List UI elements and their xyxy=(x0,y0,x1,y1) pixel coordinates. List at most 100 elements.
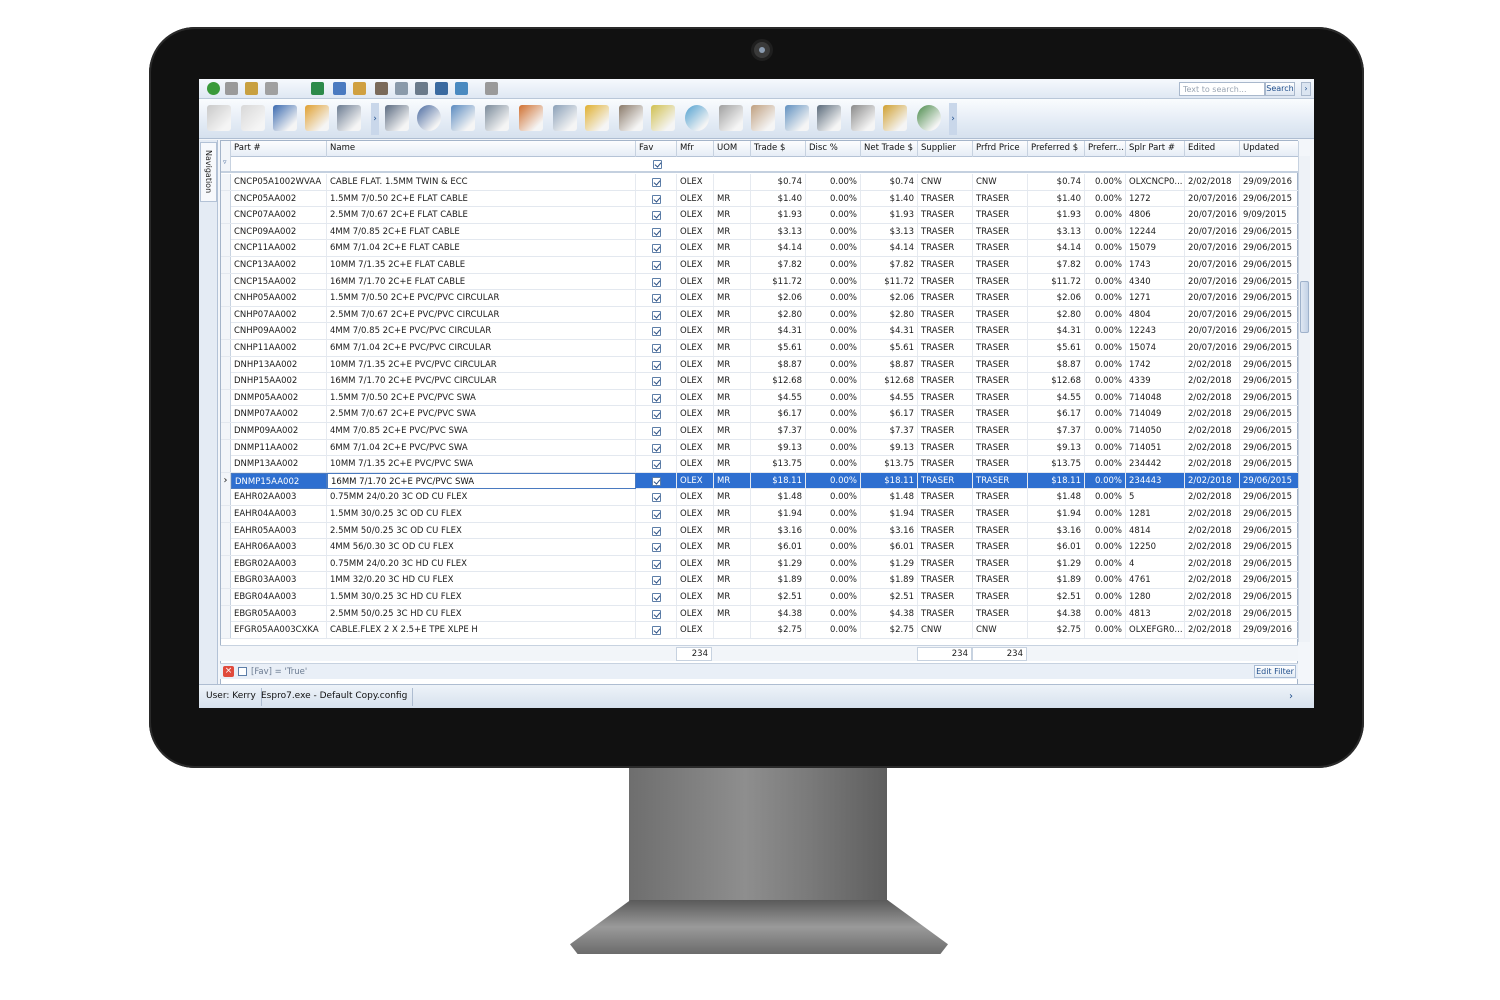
cell-splr-part[interactable]: 4814 xyxy=(1126,522,1185,539)
cell-net-trade[interactable]: $9.13 xyxy=(861,439,918,456)
cell-preferred-disc[interactable]: 0.00% xyxy=(1085,373,1126,390)
chart-icon[interactable] xyxy=(519,105,543,131)
cell-edited[interactable]: 2/02/2018 xyxy=(1185,472,1240,489)
cell-preferred-price[interactable]: $2.80 xyxy=(1028,306,1085,323)
cell-prfrd-price[interactable]: TRASER xyxy=(973,489,1028,506)
cell-prfrd-price[interactable]: TRASER xyxy=(973,356,1028,373)
filter-icon[interactable]: ▿ xyxy=(221,157,231,171)
cell-name[interactable]: 4MM 7/0.85 2C+E FLAT CABLE xyxy=(327,223,636,240)
cell-trade-price[interactable]: $5.61 xyxy=(751,340,806,356)
column-header-splr-part[interactable]: Splr Part # xyxy=(1126,141,1185,157)
fav-checkbox[interactable] xyxy=(652,310,661,320)
cell-updated[interactable]: 29/09/2016 xyxy=(1240,174,1299,190)
cell-updated[interactable]: 29/06/2015 xyxy=(1240,406,1299,423)
cell-name[interactable]: 2.5MM 7/0.67 2C+E FLAT CABLE xyxy=(327,207,636,224)
cell-uom[interactable]: MR xyxy=(714,207,751,224)
cell-mfr[interactable]: OLEX xyxy=(677,572,714,589)
cell-trade-price[interactable]: $6.17 xyxy=(751,406,806,423)
cell-fav[interactable] xyxy=(636,174,677,190)
table-row[interactable]: EBGR05AA003 2.5MM 50/0.25 3C HD CU FLEX OL… xyxy=(221,605,1299,623)
cell-part-number[interactable]: EBGR02AA003 xyxy=(231,555,327,572)
eraser-icon[interactable] xyxy=(395,82,408,95)
table-row[interactable]: › DNMP15AA002 16MM 7/1.70 2C+E PVC/PVC SWA… xyxy=(221,472,1299,490)
cell-updated[interactable]: 29/06/2015 xyxy=(1240,489,1299,506)
cell-trade-price[interactable]: $2.06 xyxy=(751,290,806,307)
cell-fav[interactable] xyxy=(636,406,677,423)
cell-preferred-price[interactable]: $3.13 xyxy=(1028,223,1085,240)
fav-checkbox[interactable] xyxy=(652,460,661,470)
cell-updated[interactable]: 29/06/2015 xyxy=(1240,356,1299,373)
cell-uom[interactable]: MR xyxy=(714,323,751,340)
cell-disc-pct[interactable]: 0.00% xyxy=(806,456,861,473)
table-row[interactable]: CNCP05A1002WVAA CABLE FLAT. 1.5MM TWIN & … xyxy=(221,174,1299,191)
cell-trade-price[interactable]: $1.29 xyxy=(751,555,806,572)
cell-trade-price[interactable]: $7.37 xyxy=(751,423,806,439)
column-header-preferred-price[interactable]: Preferred $ xyxy=(1028,141,1085,157)
cell-splr-part[interactable]: 1272 xyxy=(1126,190,1185,207)
column-header-fav[interactable]: Fav xyxy=(636,141,677,157)
cell-part-number[interactable]: CNCP11AA002 xyxy=(231,240,327,257)
row-indicator[interactable] xyxy=(221,373,231,390)
table-row[interactable]: EAHR06AA003 4MM 56/0.30 3C OD CU FLEX OLEX… xyxy=(221,539,1299,556)
cell-mfr[interactable]: OLEX xyxy=(677,605,714,622)
cell-supplier[interactable]: TRASER xyxy=(918,389,973,406)
cell-net-trade[interactable]: $11.72 xyxy=(861,273,918,290)
cell-updated[interactable]: 29/06/2015 xyxy=(1240,423,1299,439)
cell-updated[interactable]: 9/09/2015 xyxy=(1240,207,1299,224)
cell-preferred-price[interactable]: $4.55 xyxy=(1028,389,1085,406)
cell-name[interactable]: 0.75MM 24/0.20 3C OD CU FLEX xyxy=(327,489,636,506)
row-indicator[interactable] xyxy=(221,555,231,572)
cell-name[interactable]: 16MM 7/1.70 2C+E PVC/PVC SWA xyxy=(327,472,636,489)
fav-checkbox[interactable] xyxy=(652,377,661,387)
row-indicator[interactable] xyxy=(221,190,231,207)
cell-supplier[interactable]: TRASER xyxy=(918,406,973,423)
row-indicator[interactable] xyxy=(221,456,231,473)
cell-fav[interactable] xyxy=(636,539,677,556)
cell-mfr[interactable]: OLEX xyxy=(677,190,714,207)
cell-updated[interactable]: 29/06/2015 xyxy=(1240,555,1299,572)
cell-preferred-disc[interactable]: 0.00% xyxy=(1085,572,1126,589)
cell-preferred-disc[interactable]: 0.00% xyxy=(1085,439,1126,456)
cell-trade-price[interactable]: $1.94 xyxy=(751,506,806,522)
cell-updated[interactable]: 29/06/2015 xyxy=(1240,506,1299,522)
row-indicator[interactable] xyxy=(221,340,231,356)
cell-part-number[interactable]: EAHR04AA003 xyxy=(231,506,327,522)
row-indicator[interactable] xyxy=(221,622,231,639)
paperclip-icon[interactable] xyxy=(719,105,743,131)
cell-mfr[interactable]: OLEX xyxy=(677,306,714,323)
cell-mfr[interactable]: OLEX xyxy=(677,389,714,406)
cell-disc-pct[interactable]: 0.00% xyxy=(806,323,861,340)
hand-icon[interactable] xyxy=(353,82,366,95)
row-indicator[interactable] xyxy=(221,406,231,423)
fav-checkbox[interactable] xyxy=(652,211,661,221)
cell-updated[interactable]: 29/06/2015 xyxy=(1240,290,1299,307)
fav-checkbox[interactable] xyxy=(652,510,661,519)
boxes-icon[interactable] xyxy=(585,105,609,131)
cell-preferred-price[interactable]: $13.75 xyxy=(1028,456,1085,473)
cell-uom[interactable]: MR xyxy=(714,240,751,257)
cell-net-trade[interactable]: $8.87 xyxy=(861,356,918,373)
cell-supplier[interactable]: TRASER xyxy=(918,439,973,456)
table-row[interactable]: CNCP07AA002 2.5MM 7/0.67 2C+E FLAT CABLE O… xyxy=(221,207,1299,224)
cell-uom[interactable]: MR xyxy=(714,572,751,589)
cell-fav[interactable] xyxy=(636,323,677,340)
cell-trade-price[interactable]: $7.82 xyxy=(751,257,806,273)
cell-name[interactable]: 0.75MM 24/0.20 3C HD CU FLEX xyxy=(327,555,636,572)
cell-part-number[interactable]: CNCP13AA002 xyxy=(231,257,327,273)
table-row[interactable]: EBGR02AA003 0.75MM 24/0.20 3C HD CU FLEX O… xyxy=(221,555,1299,573)
search-input[interactable]: Text to search... xyxy=(1179,82,1265,96)
cell-prfrd-price[interactable]: TRASER xyxy=(973,589,1028,605)
cell-edited[interactable]: 20/07/2016 xyxy=(1185,207,1240,224)
cell-preferred-disc[interactable]: 0.00% xyxy=(1085,356,1126,373)
table-row[interactable]: EFGR05AA003CXKA CABLE.FLEX 2 X 2.5+E TPE … xyxy=(221,622,1299,639)
cell-mfr[interactable]: OLEX xyxy=(677,622,714,639)
cell-updated[interactable]: 29/06/2015 xyxy=(1240,190,1299,207)
cell-edited[interactable]: 2/02/2018 xyxy=(1185,456,1240,473)
cell-uom[interactable]: MR xyxy=(714,373,751,390)
row-indicator[interactable] xyxy=(221,273,231,290)
cell-net-trade[interactable]: $2.06 xyxy=(861,290,918,307)
cell-preferred-disc[interactable]: 0.00% xyxy=(1085,539,1126,556)
cell-disc-pct[interactable]: 0.00% xyxy=(806,555,861,572)
cell-updated[interactable]: 29/06/2015 xyxy=(1240,456,1299,473)
cell-uom[interactable]: MR xyxy=(714,539,751,556)
